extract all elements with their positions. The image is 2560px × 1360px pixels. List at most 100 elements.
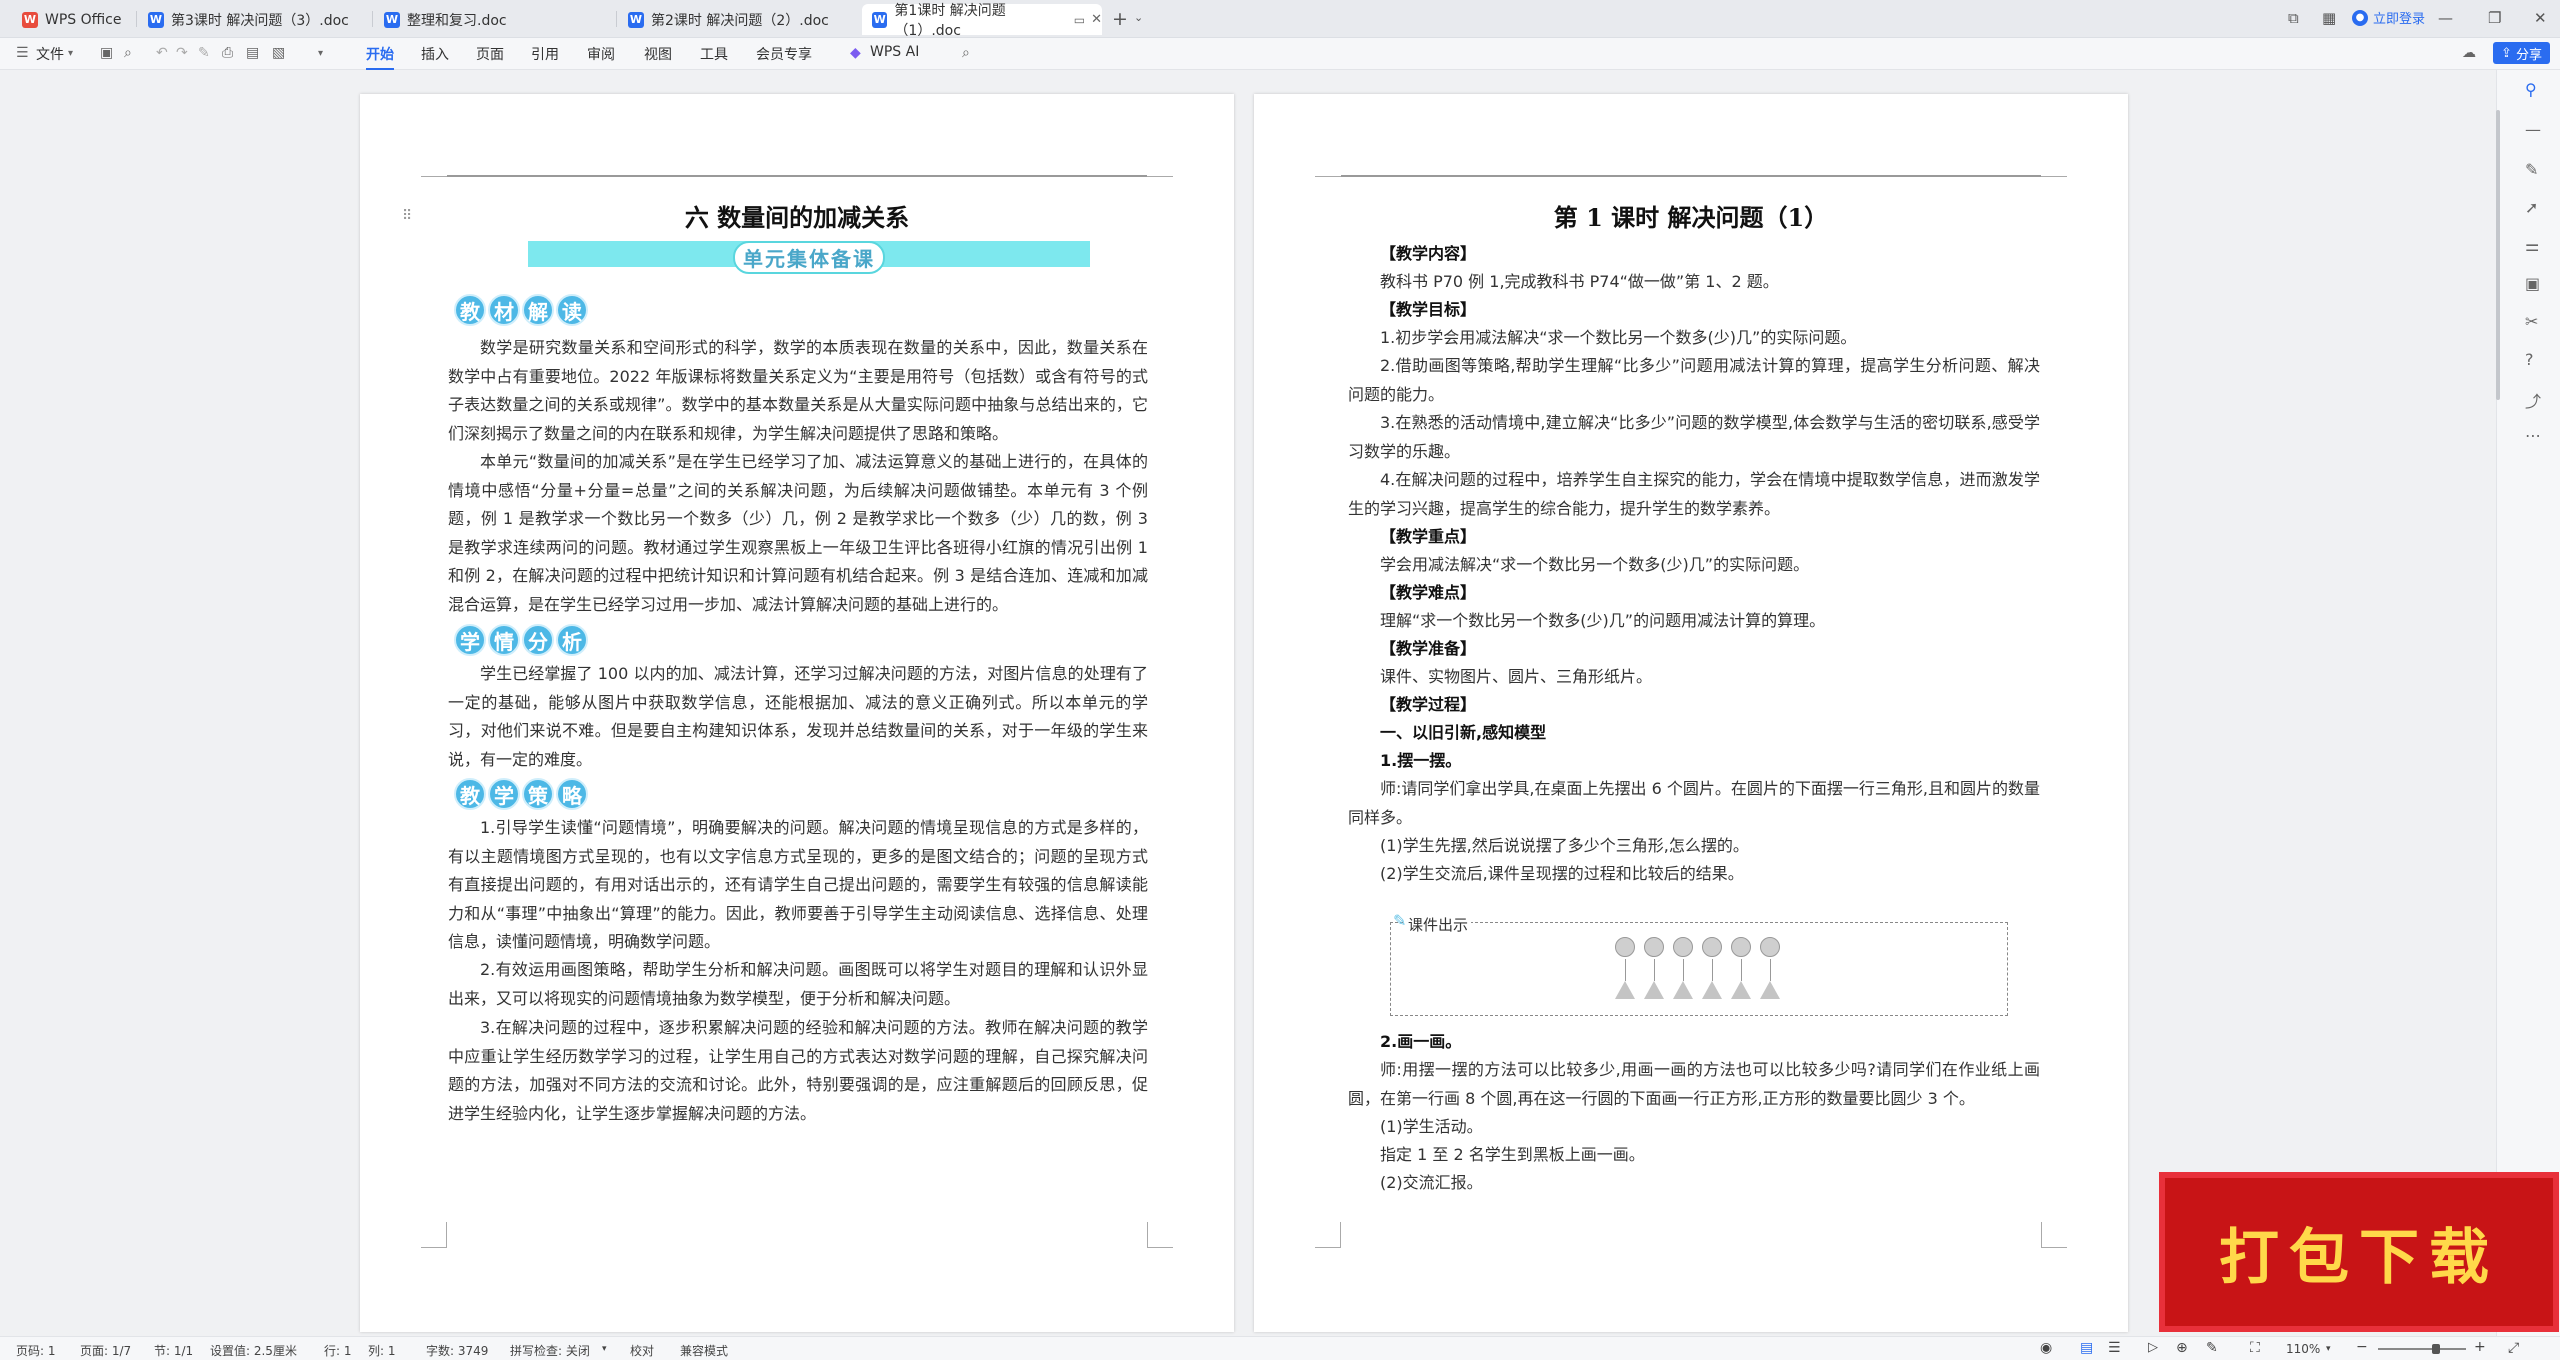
hamburger-menu-icon[interactable]: ☰: [16, 45, 29, 61]
help-icon[interactable]: ?: [2525, 350, 2534, 369]
adjust-sliders-icon[interactable]: ⚌: [2525, 236, 2539, 255]
triangle-piece: [1644, 981, 1664, 999]
search-icon[interactable]: ⌕: [962, 45, 970, 61]
menu-page[interactable]: 页面: [476, 44, 504, 64]
file-menu[interactable]: 文件: [36, 44, 64, 64]
paragraph: 2.有效运用画图策略，帮助学生分析和解决问题。画图既可以将学生对题目的理解和认识…: [448, 960, 1148, 1008]
wps-ai-icon[interactable]: ◆: [850, 45, 861, 61]
zoom-in-icon[interactable]: +: [2474, 1339, 2486, 1355]
close-tab-icon[interactable]: ✕: [1091, 12, 1102, 27]
left-document-page[interactable]: ⠿ 六 数量间的加减关系 单元集体备课 教 材 解 读 数学是研究数量关系和空间…: [360, 94, 1234, 1332]
download-badge-label: 打包下载: [2219, 1222, 2499, 1293]
goal-4: 4.在解决问题的过程中，培养学生自主探究的能力，学会在情境中提取数学信息，进而激…: [1348, 470, 2040, 518]
status-spell-check[interactable]: 拼写检查: 关闭: [510, 1342, 590, 1359]
heading-process: 【教学过程】: [1380, 695, 1477, 714]
image-icon[interactable]: ▧: [272, 45, 285, 61]
heading-key-point: 【教学重点】: [1380, 527, 1477, 546]
status-setting: 设置值: 2.5厘米: [210, 1344, 297, 1358]
close-window-icon[interactable]: ✕: [2534, 9, 2547, 27]
fullscreen-icon[interactable]: ⤢: [2508, 1340, 2519, 1356]
zoom-out-icon[interactable]: −: [2356, 1339, 2368, 1355]
menu-review[interactable]: 审阅: [587, 44, 615, 64]
heading-char: 材: [488, 294, 520, 326]
chevron-down-icon[interactable]: ⌄: [1134, 11, 1143, 24]
chevron-down-icon[interactable]: ▾: [2326, 1344, 2331, 1354]
print-icon[interactable]: ⎙: [222, 45, 233, 61]
word-doc-icon: W: [384, 11, 400, 28]
section-banner: 单元集体备课: [528, 241, 1090, 274]
tab-label: WPS Office: [45, 11, 122, 28]
tab-label: 整理和复习.doc: [407, 12, 507, 29]
pen-mode-icon[interactable]: ✎: [2206, 1340, 2218, 1356]
tab-review[interactable]: W 整理和复习.doc: [374, 4, 614, 35]
layout-icon[interactable]: ▣: [2525, 274, 2540, 293]
chevron-down-icon[interactable]: ▾: [602, 1344, 607, 1354]
outline-view-icon[interactable]: ☰: [2108, 1340, 2121, 1356]
status-proofread[interactable]: 校对: [630, 1342, 654, 1359]
courseware-label: 课件出示: [1405, 914, 1472, 935]
tools-icon[interactable]: ✂: [2525, 312, 2538, 331]
menu-view[interactable]: 视图: [644, 44, 672, 64]
menu-insert[interactable]: 插入: [421, 44, 449, 64]
user-avatar-icon: ●: [2352, 9, 2368, 26]
play-icon[interactable]: ▷: [2148, 1340, 2158, 1355]
more-options-icon[interactable]: ⋯: [2525, 426, 2541, 445]
chevron-down-icon[interactable]: ▾: [318, 48, 323, 59]
tab-doc-1-active[interactable]: W 第1课时 解决问题（1）.doc ▭ ✕: [862, 3, 1102, 39]
heading-goals: 【教学目标】: [1380, 300, 1477, 319]
location-pin-icon[interactable]: ⚲: [2525, 80, 2537, 99]
monitor-icon[interactable]: ▭: [1074, 13, 1085, 27]
zoom-slider-knob[interactable]: [2432, 1344, 2440, 1354]
minus-icon[interactable]: —: [2525, 120, 2541, 139]
minimize-icon[interactable]: —: [2438, 9, 2453, 27]
menu-wps-ai[interactable]: WPS AI: [870, 44, 919, 60]
format-painter-icon[interactable]: ✎: [198, 45, 210, 61]
login-button[interactable]: ● 立即登录: [2352, 8, 2425, 27]
menu-member[interactable]: 会员专享: [756, 44, 812, 64]
window-layout-icon[interactable]: ⧉: [2288, 9, 2299, 27]
share-button[interactable]: ⇪ 分享: [2493, 42, 2550, 64]
cursor-select-icon[interactable]: ➚: [2525, 198, 2538, 217]
right-document-page[interactable]: 第 1 课时 解决问题（1） 【教学内容】 教科书 P70 例 1,完成教科书 …: [1254, 94, 2128, 1332]
triangle-piece: [1615, 981, 1635, 999]
paragraph: 本单元“数量间的加减关系”是在学生已经学习了加、减法运算意义的基础上进行的，在具…: [448, 452, 1148, 614]
eye-protection-icon[interactable]: ◉: [2040, 1340, 2052, 1356]
pen-edit-icon[interactable]: ✎: [2525, 160, 2538, 179]
paragraph: 1.引导学生读懂“问题情境”，明确要解决的问题。解决问题的情境呈现信息的方式是多…: [448, 818, 1148, 951]
open-folder-icon[interactable]: ⌕: [124, 45, 132, 61]
tab-doc-3[interactable]: W 第3课时 解决问题（3）.doc: [138, 4, 370, 35]
save-icon[interactable]: ▣: [100, 45, 113, 61]
zoom-level[interactable]: 110%: [2286, 1342, 2320, 1356]
export-pdf-icon[interactable]: ▤: [246, 45, 259, 61]
cloud-sync-icon[interactable]: ☁: [2462, 45, 2476, 61]
heading-char: 解: [522, 294, 554, 326]
share-link-icon[interactable]: ⤴: [2525, 388, 2541, 412]
menu-home[interactable]: 开始: [366, 44, 394, 70]
download-badge[interactable]: 打包下载: [2159, 1172, 2559, 1332]
tab-label: 第3课时 解决问题（3）.doc: [171, 12, 349, 29]
menu-references[interactable]: 引用: [531, 44, 559, 64]
status-word-count[interactable]: 字数: 3749: [426, 1342, 488, 1359]
zoom-slider-track[interactable]: [2378, 1348, 2466, 1350]
chevron-down-icon[interactable]: ▾: [68, 48, 73, 59]
tab-doc-2[interactable]: W 第2课时 解决问题（2）.doc: [618, 4, 854, 35]
undo-icon[interactable]: ↶: [156, 45, 168, 61]
tab-wps-office[interactable]: W WPS Office: [12, 4, 140, 35]
text-content: 教科书 P70 例 1,完成教科书 P74“做一做”第 1、2 题。: [1380, 272, 1779, 291]
right-sidebar: ⚲ — ✎ ➚ ⚌ ▣ ✂ ? ⤴ ⋯: [2496, 70, 2560, 1344]
grid-apps-icon[interactable]: ▦: [2322, 9, 2336, 27]
menu-tools[interactable]: 工具: [700, 44, 728, 64]
vertical-scrollbar[interactable]: [2496, 110, 2500, 400]
page-view-icon[interactable]: ▤: [2080, 1340, 2093, 1356]
redo-icon[interactable]: ↷: [176, 45, 188, 61]
status-page-count[interactable]: 页面: 1/7: [80, 1342, 131, 1359]
web-view-icon[interactable]: ⊕: [2176, 1340, 2188, 1356]
fit-page-icon[interactable]: ⛶: [2250, 1340, 2260, 1356]
triangle-piece: [1760, 981, 1780, 999]
heading-char: 策: [522, 778, 554, 810]
heading-preparation: 【教学准备】: [1380, 639, 1477, 658]
restore-icon[interactable]: ❐: [2488, 9, 2501, 27]
drag-handle-icon[interactable]: ⠿: [402, 208, 412, 224]
new-tab-plus-icon[interactable]: +: [1112, 8, 1128, 30]
login-label: 立即登录: [2373, 12, 2426, 27]
